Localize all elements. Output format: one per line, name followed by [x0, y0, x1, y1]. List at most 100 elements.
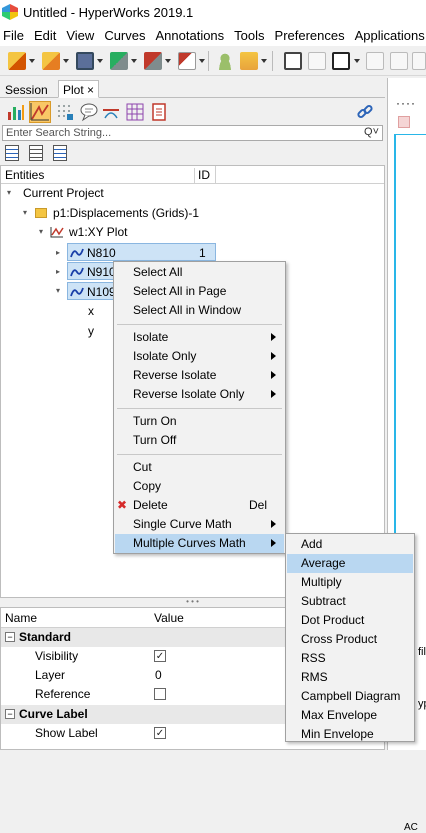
open-model-icon[interactable]: [42, 52, 60, 70]
ppt-export-icon[interactable]: [178, 52, 196, 70]
link-icon[interactable]: [355, 102, 375, 122]
chevron-down-icon[interactable]: [261, 59, 267, 63]
chevron-down-icon[interactable]: [63, 59, 69, 63]
chevron-right-icon[interactable]: ▸: [56, 248, 60, 257]
close-icon[interactable]: ×: [87, 83, 94, 97]
tree-item-curve[interactable]: N109: [67, 282, 117, 300]
menu-bar: File Edit View Curves Annotations Tools …: [0, 24, 426, 46]
document-icon[interactable]: [149, 102, 169, 122]
submenu-item-dot-product[interactable]: Dot Product: [287, 611, 413, 630]
submenu-item-campbell-diagram[interactable]: Campbell Diagram: [287, 687, 413, 706]
page-icon[interactable]: [398, 116, 410, 128]
chevron-down-icon[interactable]: [354, 59, 360, 63]
submenu-item-min-envelope[interactable]: Min Envelope: [287, 725, 413, 744]
menu-applications[interactable]: Applications: [350, 28, 426, 43]
submenu-item-average[interactable]: Average: [287, 554, 413, 573]
chevron-down-icon[interactable]: ▾: [39, 223, 43, 241]
menu-item-select-all-in-page[interactable]: Select All in Page: [115, 282, 284, 301]
menu-preferences[interactable]: Preferences: [270, 28, 350, 43]
curve-filter-button[interactable]: [29, 101, 51, 123]
menu-tools[interactable]: Tools: [229, 28, 269, 43]
menu-item-select-all-in-window[interactable]: Select All in Window: [115, 301, 284, 320]
menu-item-copy[interactable]: Copy: [115, 477, 284, 496]
layer-value[interactable]: 0: [155, 666, 162, 685]
menu-edit[interactable]: Edit: [29, 28, 61, 43]
submenu-item-subtract[interactable]: Subtract: [287, 592, 413, 611]
menu-item-single-curve-math[interactable]: Single Curve Math: [115, 515, 284, 534]
collapse-icon[interactable]: −: [5, 709, 15, 719]
column-header-name[interactable]: Name: [5, 611, 37, 625]
bar-chart-icon[interactable]: [6, 102, 26, 122]
collapse-icon[interactable]: −: [5, 632, 15, 642]
open-session-icon[interactable]: [8, 52, 26, 70]
menu-view[interactable]: View: [61, 28, 99, 43]
sync-icon[interactable]: [390, 52, 408, 70]
menu-file[interactable]: File: [0, 28, 29, 43]
filter-tree-icon[interactable]: [53, 145, 67, 161]
save-icon[interactable]: [76, 52, 94, 70]
chevron-down-icon[interactable]: [165, 59, 171, 63]
tree-item-label: Current Project: [23, 186, 104, 200]
export-icon[interactable]: [110, 52, 128, 70]
chevron-down-icon[interactable]: ▾: [7, 184, 11, 202]
menu-item-isolate-only[interactable]: Isolate Only: [115, 347, 284, 366]
chevron-down-icon[interactable]: [131, 59, 137, 63]
window-icon[interactable]: [366, 52, 384, 70]
add-page-icon[interactable]: [284, 52, 302, 70]
menu-item-reverse-isolate[interactable]: Reverse Isolate: [115, 366, 284, 385]
column-header-value[interactable]: Value: [154, 611, 184, 625]
submenu-item-max-envelope[interactable]: Max Envelope: [287, 706, 413, 725]
menu-annotations[interactable]: Annotations: [151, 28, 230, 43]
menu-item-turn-on[interactable]: Turn On: [115, 412, 284, 431]
chevron-down-icon[interactable]: [97, 59, 103, 63]
note-icon[interactable]: [79, 102, 99, 122]
chevron-down-icon[interactable]: ▾: [56, 286, 60, 295]
section-title: Curve Label: [19, 707, 88, 721]
tree-item-axis-x[interactable]: x: [88, 302, 94, 320]
collapse-all-icon[interactable]: [29, 145, 43, 161]
submenu-item-rss[interactable]: RSS: [287, 649, 413, 668]
chevron-down-icon[interactable]: [199, 59, 205, 63]
lock-icon[interactable]: [412, 52, 426, 70]
column-header-entities[interactable]: Entities: [5, 168, 44, 182]
delete-page-icon[interactable]: [308, 52, 326, 70]
folder-icon[interactable]: [240, 52, 258, 70]
datum-line-icon[interactable]: [101, 102, 121, 122]
submenu-item-add[interactable]: Add: [287, 535, 413, 554]
curve-icon: [70, 267, 84, 277]
tab-session[interactable]: Session: [0, 80, 53, 98]
column-header-id[interactable]: ID: [194, 168, 210, 184]
menu-item-delete[interactable]: ✖ Delete Del: [115, 496, 284, 515]
chevron-down-icon[interactable]: [29, 59, 35, 63]
submenu-item-cross-product[interactable]: Cross Product: [287, 630, 413, 649]
show-label-checkbox[interactable]: ✓: [154, 727, 166, 739]
tree-header: Entities ID: [1, 166, 384, 184]
search-input[interactable]: Enter Search String... Q˅: [2, 125, 383, 141]
expand-all-icon[interactable]: [5, 145, 19, 161]
menu-item-select-all[interactable]: Select All: [115, 263, 284, 282]
menu-item-isolate[interactable]: Isolate: [115, 328, 284, 347]
search-icon[interactable]: Q˅: [364, 126, 379, 138]
tree-item-axis-y[interactable]: y: [88, 322, 94, 340]
tree-item-curve[interactable]: N810 1: [67, 243, 216, 261]
page-layout-icon[interactable]: [332, 52, 350, 70]
menu-curves[interactable]: Curves: [99, 28, 150, 43]
menu-item-multiple-curves-math[interactable]: Multiple Curves Math: [115, 534, 284, 553]
table-grid-icon[interactable]: [125, 102, 145, 122]
menu-item-reverse-isolate-only[interactable]: Reverse Isolate Only: [115, 385, 284, 404]
publish-icon[interactable]: [144, 52, 162, 70]
reference-checkbox[interactable]: [154, 688, 166, 700]
submenu-item-rms[interactable]: RMS: [287, 668, 413, 687]
menu-item-label: Cut: [133, 460, 152, 474]
menu-item-turn-off[interactable]: Turn Off: [115, 431, 284, 450]
menu-item-label: Multiple Curves Math: [133, 536, 246, 550]
tab-plot[interactable]: Plot ×: [58, 80, 100, 98]
menu-item-cut[interactable]: Cut: [115, 458, 284, 477]
tree-item-curve[interactable]: N910: [67, 262, 117, 280]
submenu-item-multiply[interactable]: Multiply: [287, 573, 413, 592]
chevron-right-icon[interactable]: ▸: [56, 267, 60, 276]
grid-dots-icon[interactable]: [55, 102, 75, 122]
visibility-checkbox[interactable]: ✓: [154, 650, 166, 662]
chevron-down-icon[interactable]: ▾: [23, 204, 27, 222]
user-icon[interactable]: [216, 52, 234, 70]
